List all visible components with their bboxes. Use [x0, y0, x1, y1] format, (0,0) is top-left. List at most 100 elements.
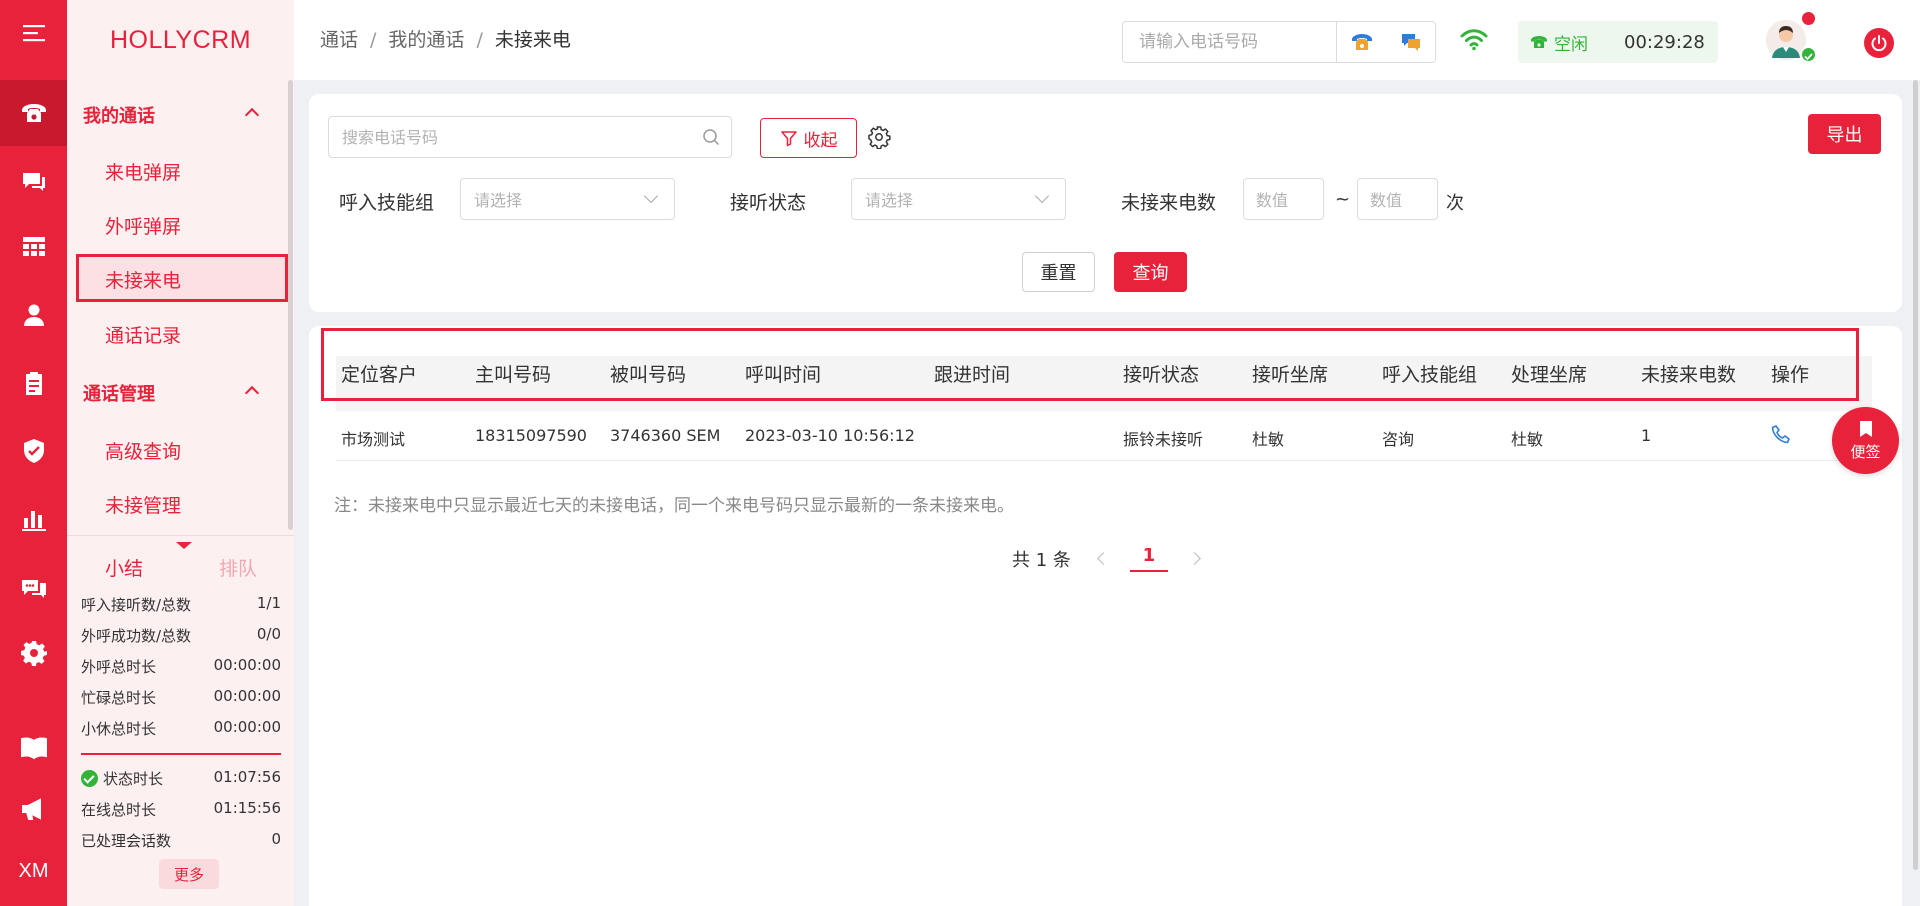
prev-page-icon[interactable]: [1097, 552, 1110, 565]
caret-down-icon: [176, 542, 192, 549]
dial-phone-icon[interactable]: [1337, 22, 1386, 62]
stat-label: 呼入接听数/总数: [81, 596, 192, 614]
stat-value: 01:15:56: [213, 799, 281, 817]
wifi-icon: [1460, 27, 1488, 55]
stat-row: 忙碌总时长 00:00:00: [81, 687, 281, 708]
stat-row: 状态时长 01:07:56: [81, 768, 281, 789]
stat-value: 0/0: [256, 625, 281, 643]
dial-box: [1122, 21, 1436, 63]
search-icon[interactable]: [691, 128, 731, 146]
sidebar-item-missed-calls[interactable]: 未接来电: [105, 266, 181, 293]
rail-settings-icon[interactable]: [0, 620, 67, 686]
tab-summary[interactable]: 小结: [105, 554, 143, 581]
search-input[interactable]: [329, 127, 691, 147]
stat-row: 在线总时长 01:15:56: [81, 799, 281, 820]
status-phone-icon: [1531, 36, 1547, 48]
chevron-up-icon[interactable]: [244, 107, 260, 123]
stat-label: 忙碌总时长: [81, 689, 157, 707]
rail-chart-icon[interactable]: [0, 486, 67, 552]
cell-missed-count: 1: [1641, 426, 1652, 445]
tab-queue[interactable]: 排队: [219, 554, 257, 581]
row-divider: [336, 460, 1872, 461]
cell-skill-group: 咨询: [1382, 430, 1415, 449]
stat-row: 呼入接听数/总数 1/1: [81, 594, 281, 615]
sidebar-scrollbar[interactable]: [288, 80, 293, 530]
cell-answer-status: 振铃未接听: [1123, 430, 1204, 449]
breadcrumb-level2[interactable]: 我的通话: [388, 29, 464, 51]
page-scrollbar[interactable]: [1913, 80, 1918, 870]
sms-icon[interactable]: [1386, 22, 1435, 62]
cell-customer[interactable]: 市场测试: [341, 426, 405, 450]
breadcrumb-sep: /: [370, 29, 377, 51]
rail-shield-icon[interactable]: [0, 418, 67, 484]
group-my-calls[interactable]: 我的通话: [83, 102, 155, 128]
online-check-icon: [1800, 46, 1817, 63]
stat-row: 外呼总时长 00:00:00: [81, 656, 281, 677]
group-call-management[interactable]: 通话管理: [83, 380, 155, 406]
menu-toggle-icon[interactable]: [0, 0, 67, 66]
range-separator: ~: [1335, 189, 1351, 210]
rail-chat-icon[interactable]: [0, 148, 67, 214]
stat-label: 状态时长: [81, 768, 163, 789]
call-back-icon[interactable]: [1771, 424, 1791, 450]
query-button[interactable]: 查询: [1114, 252, 1187, 292]
rail-message-icon[interactable]: [0, 556, 67, 622]
rail-megaphone-icon[interactable]: [0, 776, 67, 842]
stat-label: 外呼成功数/总数: [81, 627, 192, 645]
annotation-header-box: [321, 328, 1859, 401]
sidebar-item-outgoing-popup[interactable]: 外呼弹屏: [105, 212, 181, 239]
agent-status[interactable]: 空闲 00:29:28: [1518, 21, 1718, 63]
rail-book-icon[interactable]: [0, 714, 67, 780]
cell-handling-agent: 杜敏: [1511, 430, 1544, 449]
sidebar-item-incoming-popup[interactable]: 来电弹屏: [105, 158, 181, 185]
pager-page-current[interactable]: 1: [1129, 545, 1168, 572]
chevron-up-icon[interactable]: [244, 385, 260, 401]
rail-user-icon[interactable]: [0, 282, 67, 348]
cell-caller: 18315097590: [475, 426, 587, 445]
reset-button[interactable]: 重置: [1022, 252, 1095, 292]
stat-label: 在线总时长: [81, 801, 157, 819]
notification-dot[interactable]: [1802, 12, 1815, 25]
sticky-note-button[interactable]: 便签: [1832, 407, 1899, 474]
gear-icon[interactable]: [867, 125, 891, 153]
more-button[interactable]: 更多: [159, 859, 219, 889]
skill-group-placeholder: 请选择: [474, 191, 523, 210]
breadcrumb: 通话 / 我的通话 / 未接来电: [320, 25, 571, 52]
sidebar-item-call-records[interactable]: 通话记录: [105, 321, 181, 348]
top-bar: 通话 / 我的通话 / 未接来电 空闲 00:29:28: [294, 0, 1920, 80]
chevron-down-icon: [1034, 188, 1050, 204]
sidebar-item-missed-management[interactable]: 未接管理: [105, 491, 181, 518]
pagination: 共 1 条 1: [1012, 545, 1201, 572]
breadcrumb-level1[interactable]: 通话: [320, 29, 358, 51]
rail-clipboard-icon[interactable]: [0, 350, 67, 416]
rail-user-initials[interactable]: XM: [0, 838, 67, 904]
stat-label: 小休总时长: [81, 720, 157, 738]
sidebar: HOLLYCRM 我的通话 来电弹屏 外呼弹屏 未接来电 通话记录 通话管理 高…: [67, 0, 294, 906]
user-initials-text: XM: [18, 859, 49, 882]
missed-count-max-input[interactable]: 数值: [1357, 178, 1438, 220]
collapse-button[interactable]: 收起: [760, 118, 857, 158]
stats-divider: [81, 753, 281, 755]
sidebar-item-advanced-query[interactable]: 高级查询: [105, 437, 181, 464]
status-indicator: 空闲: [1530, 30, 1588, 55]
pager-total: 共 1 条: [1012, 549, 1071, 571]
stats-panel: 小结 排队 呼入接听数/总数 1/1 外呼成功数/总数 0/0 外呼总时长 00:00…: [67, 535, 294, 906]
stat-row: 已处理会话数 0: [81, 830, 281, 851]
export-button[interactable]: 导出: [1808, 114, 1881, 154]
phone-number-input[interactable]: [1123, 22, 1337, 62]
stat-value: 0: [271, 830, 281, 848]
skill-group-select[interactable]: 请选择: [460, 178, 675, 220]
brand-logo: HOLLYCRM: [109, 25, 252, 54]
answer-status-label: 接听状态: [730, 192, 807, 214]
power-icon[interactable]: [1864, 28, 1894, 58]
missed-count-min-input[interactable]: 数值: [1243, 178, 1324, 220]
sidebar-menu: 我的通话 来电弹屏 外呼弹屏 未接来电 通话记录 通话管理 高级查询 未接管理: [67, 80, 294, 535]
stat-label: 外呼总时长: [81, 658, 157, 676]
status-timer: 00:29:28: [1624, 31, 1705, 53]
rail-phone-icon[interactable]: [0, 80, 67, 146]
table-note: 注：未接来电中只显示最近七天的未接电话，同一个来电号码只显示最新的一条未接来电。: [334, 496, 1014, 516]
stat-value: 00:00:00: [213, 656, 281, 674]
next-page-icon[interactable]: [1188, 552, 1201, 565]
answer-status-select[interactable]: 请选择: [851, 178, 1066, 220]
rail-grid-icon[interactable]: [0, 214, 67, 280]
